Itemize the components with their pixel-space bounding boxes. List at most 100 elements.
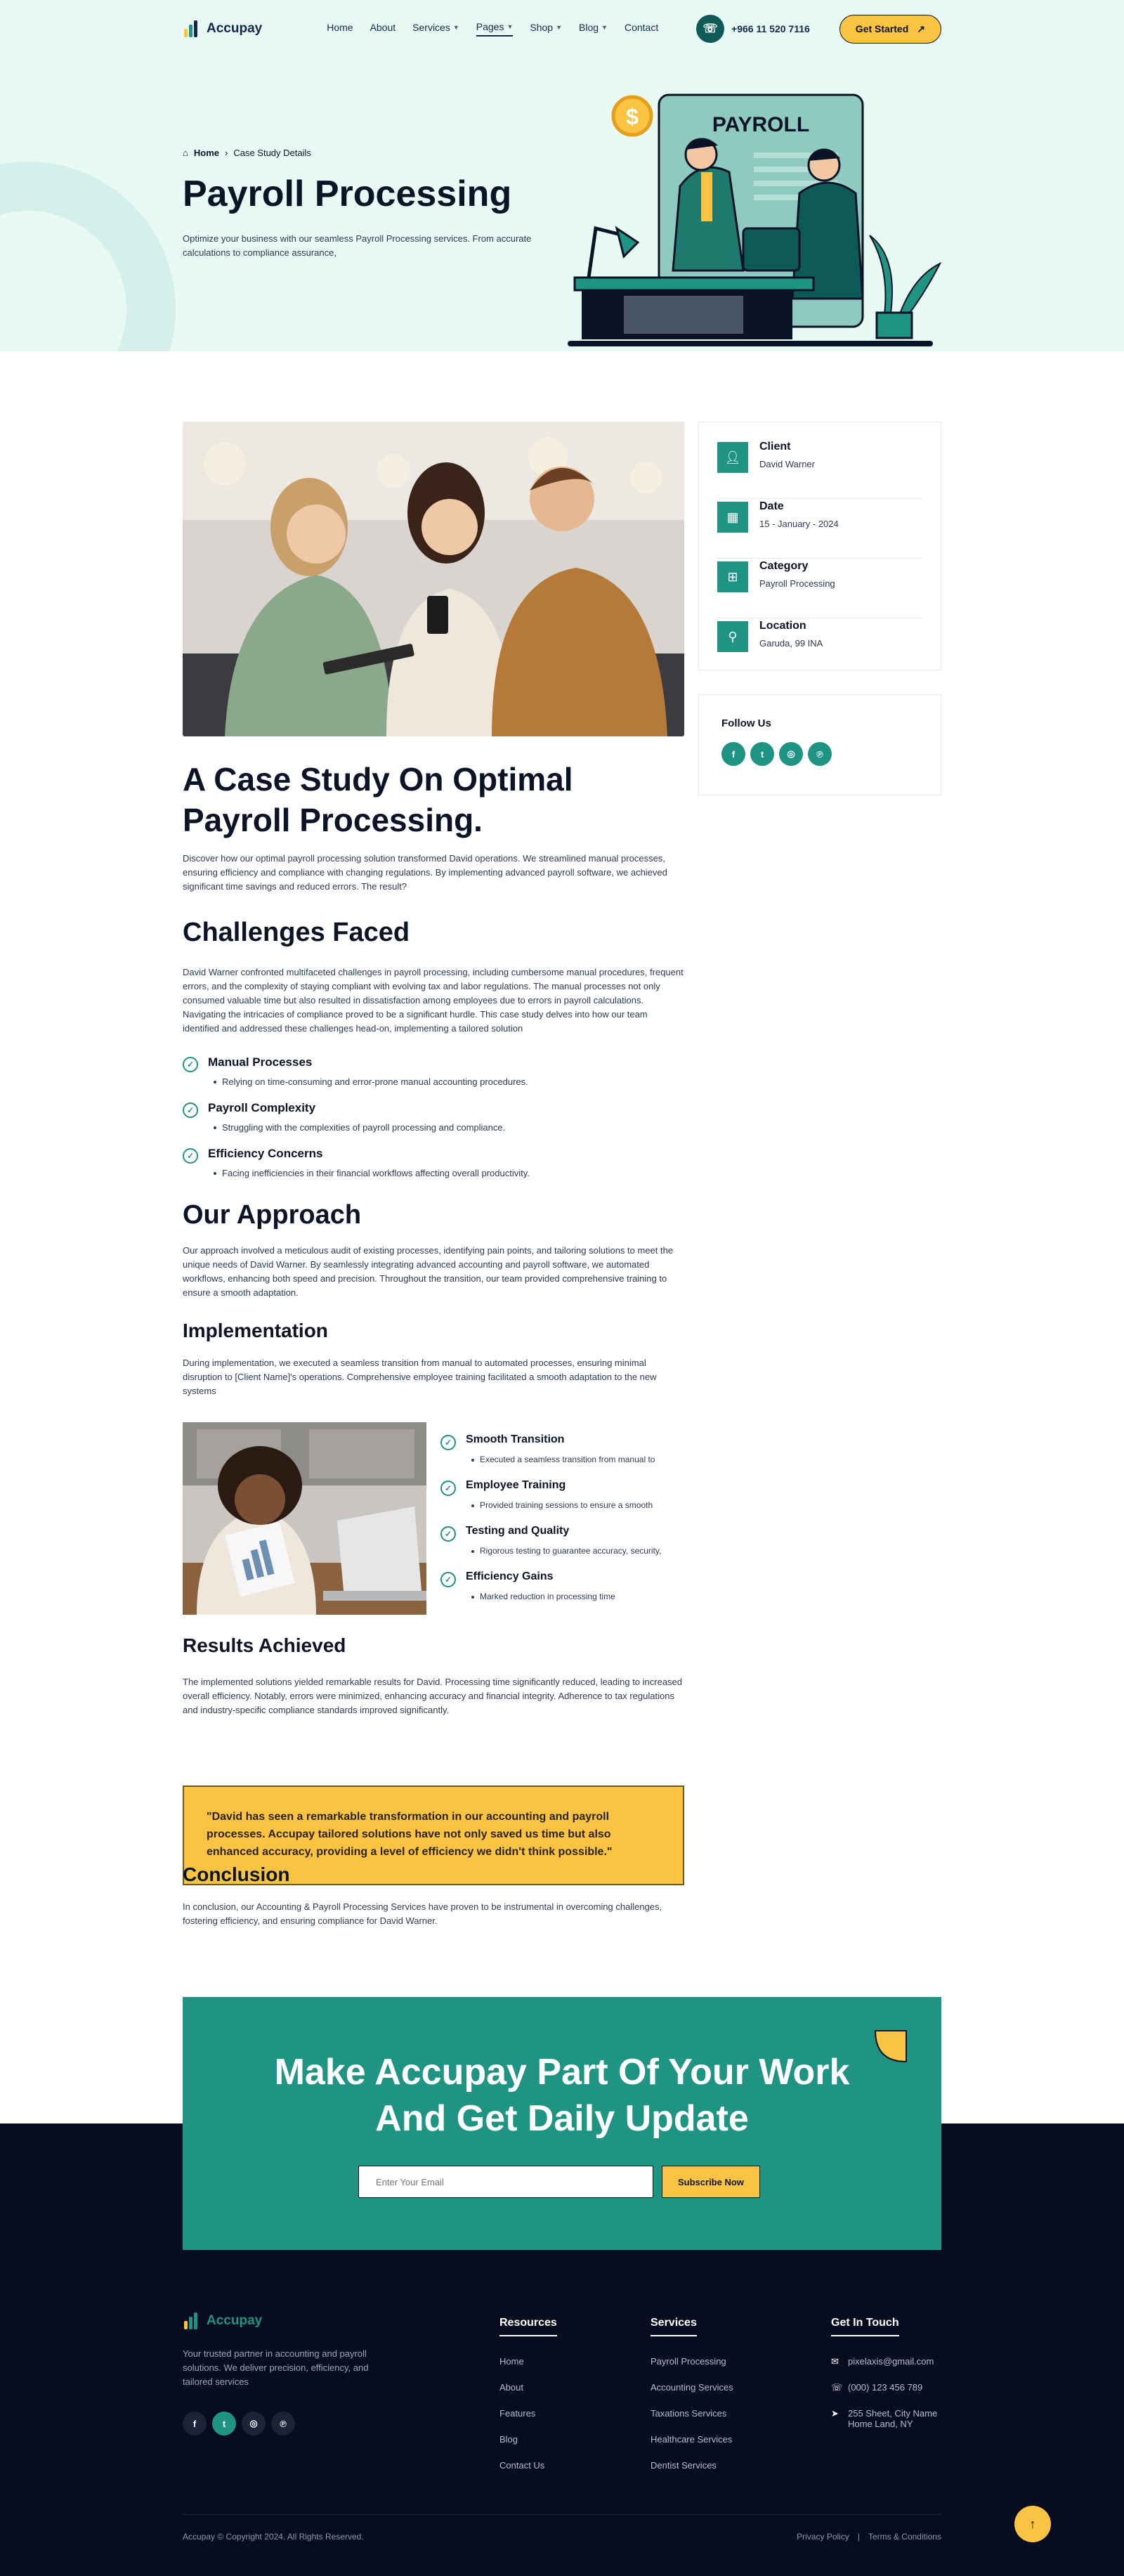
footer-link[interactable]: Accounting Services xyxy=(651,2382,733,2408)
breadcrumb: ⌂ Home › Case Study Details xyxy=(183,148,311,158)
list-item: ✓ Testing and Quality Rigorous testing t… xyxy=(440,1523,693,1569)
footer-link[interactable]: Contact Us xyxy=(499,2460,557,2486)
results-text: The implemented solutions yielded remark… xyxy=(183,1677,683,1715)
footer-services: Services Payroll Processing Accounting S… xyxy=(651,2317,733,2486)
list-item: ✓ Efficiency Gains Marked reduction in p… xyxy=(440,1569,693,1615)
challenges-text: David Warner confronted multifaceted cha… xyxy=(183,967,684,1034)
phone-icon: ☏ xyxy=(696,15,725,43)
article-title: A Case Study On Optimal Payroll Processi… xyxy=(183,761,573,838)
list-item: ✓ Employee Training Provided training se… xyxy=(440,1478,693,1523)
approach-text: Our approach involved a meticulous audit… xyxy=(183,1245,674,1298)
list-item: ✓ Smooth Transition Executed a seamless … xyxy=(440,1432,693,1478)
nav-item-home[interactable]: Home xyxy=(327,21,353,37)
list-item: ✓ Manual Processes Relying on time-consu… xyxy=(183,1054,684,1100)
arrow-up-icon: ↑ xyxy=(1029,2516,1036,2531)
footer: Make Accupay Part Of Your Work And Get D… xyxy=(0,1997,1124,2576)
project-info-card: 👤︎ Client David Warner ▦ Date 15 - Janua… xyxy=(698,422,941,670)
info-location: ⚲ Location Garuda, 99 INA xyxy=(717,618,922,678)
check-circle-icon: ✓ xyxy=(183,1102,198,1118)
logo-text: Accupay xyxy=(207,21,263,36)
facebook-icon[interactable]: f xyxy=(183,2412,207,2435)
phone-icon: ☏ xyxy=(831,2382,843,2393)
logo-icon xyxy=(183,20,201,37)
decorative-arc xyxy=(0,162,176,351)
instagram-icon[interactable]: ◎ xyxy=(242,2412,266,2435)
check-circle-icon: ✓ xyxy=(440,1481,456,1496)
get-started-button[interactable]: Get Started ↗ xyxy=(839,14,941,44)
newsletter-title: Make Accupay Part Of Your Work And Get D… xyxy=(274,2052,850,2139)
nav-item-contact[interactable]: Contact xyxy=(625,21,658,37)
chevron-down-icon: ▼ xyxy=(601,24,608,31)
chevron-down-icon: ▼ xyxy=(452,24,459,31)
nav-item-shop[interactable]: Shop ▼ xyxy=(530,21,562,37)
footer-bottom-bar: Accupay © Copyright 2024. All Rights Res… xyxy=(183,2514,941,2542)
info-client: 👤︎ Client David Warner xyxy=(717,439,922,499)
pinterest-icon[interactable]: ℗ xyxy=(271,2412,295,2435)
footer-link[interactable]: Dentist Services xyxy=(651,2460,733,2486)
privacy-link[interactable]: Privacy Policy xyxy=(797,2532,849,2542)
implementation-text: During implementation, we executed a sea… xyxy=(183,1358,657,1396)
footer-link[interactable]: Home xyxy=(499,2356,557,2382)
pinterest-icon[interactable]: ℗ xyxy=(808,742,832,766)
nav-item-blog[interactable]: Blog ▼ xyxy=(579,21,608,37)
footer-link[interactable]: Features xyxy=(499,2408,557,2434)
payroll-illustration: PAYROLL $ xyxy=(568,93,942,346)
footer-phone[interactable]: ☏ (000) 123 456 789 xyxy=(831,2382,937,2408)
approach-heading: Our Approach xyxy=(183,1200,362,1230)
twitter-icon[interactable]: t xyxy=(212,2412,236,2435)
team-photo xyxy=(183,422,684,736)
email-input[interactable] xyxy=(358,2166,653,2198)
decorative-shape-icon xyxy=(874,2030,907,2063)
check-circle-icon: ✓ xyxy=(440,1572,456,1587)
case-study-main: A Case Study On Optimal Payroll Processi… xyxy=(0,351,1124,2123)
user-icon: 👤︎ xyxy=(717,442,748,473)
follow-us-card: Follow Us f t ◎ ℗ xyxy=(698,694,941,795)
subscribe-button[interactable]: Subscribe Now xyxy=(662,2166,760,2198)
nav-item-pages[interactable]: Pages ▼ xyxy=(476,21,514,37)
calendar-icon: ▦ xyxy=(717,502,748,533)
implementation-heading: Implementation xyxy=(183,1320,328,1341)
header-phone[interactable]: ☏ +966 11 520 7116 xyxy=(696,15,810,43)
svg-text:$: $ xyxy=(626,104,639,129)
footer-link[interactable]: About xyxy=(499,2382,557,2408)
footer-link[interactable]: Blog xyxy=(499,2434,557,2460)
footer-link[interactable]: Healthcare Services xyxy=(651,2434,733,2460)
chevron-down-icon: ▼ xyxy=(507,23,514,30)
breadcrumb-home[interactable]: Home xyxy=(194,148,219,158)
nav-item-services[interactable]: Services ▼ xyxy=(412,21,459,37)
nav-item-about[interactable]: About xyxy=(370,21,396,37)
arrow-up-right-icon: ↗ xyxy=(917,22,925,34)
chevron-right-icon: › xyxy=(224,148,228,158)
top-nav: Accupay Home About Services ▼ Pages ▼ Shop… xyxy=(183,13,941,45)
twitter-icon[interactable]: t xyxy=(750,742,774,766)
conclusion-text: In conclusion, our Accounting & Payroll … xyxy=(183,1901,662,1926)
facebook-icon[interactable]: f xyxy=(721,742,745,766)
grid-icon: ⊞ xyxy=(717,561,748,592)
footer-link[interactable]: Payroll Processing xyxy=(651,2356,733,2382)
mail-icon: ✉ xyxy=(831,2356,839,2367)
follow-title: Follow Us xyxy=(721,717,771,729)
divider: | xyxy=(857,2532,860,2542)
newsletter-form: Subscribe Now xyxy=(358,2166,760,2198)
terms-link[interactable]: Terms & Conditions xyxy=(868,2532,941,2542)
list-item: ✓ Payroll Complexity Struggling with the… xyxy=(183,1100,684,1145)
scroll-to-top-button[interactable]: ↑ xyxy=(1014,2506,1051,2542)
footer-address: ➤ 255 Sheet, City Name Home Land, NY xyxy=(831,2408,937,2439)
instagram-icon[interactable]: ◎ xyxy=(779,742,803,766)
footer-link[interactable]: Taxations Services xyxy=(651,2408,733,2434)
footer-contact: Get In Touch ✉ pixelaxis@gmail.com ☏ (000)… xyxy=(831,2317,937,2439)
footer-resources: Resources Home About Features Blog Conta… xyxy=(499,2317,557,2486)
conclusion-heading: Conclusion xyxy=(183,1863,290,1885)
check-circle-icon: ✓ xyxy=(440,1435,456,1450)
challenges-heading: Challenges Faced xyxy=(183,918,410,947)
implementation-list: ✓ Smooth Transition Executed a seamless … xyxy=(440,1432,693,1615)
footer-logo[interactable]: Accupay xyxy=(183,2312,262,2329)
footer-email[interactable]: ✉ pixelaxis@gmail.com xyxy=(831,2356,937,2382)
newsletter-banner: Make Accupay Part Of Your Work And Get D… xyxy=(183,1997,941,2250)
info-category: ⊞ Category Payroll Processing xyxy=(717,559,922,618)
site-logo[interactable]: Accupay xyxy=(183,20,262,37)
page-subtitle: Optimize your business with our seamless… xyxy=(183,233,532,258)
list-item: ✓ Efficiency Concerns Facing inefficienc… xyxy=(183,1145,684,1191)
send-icon: ➤ xyxy=(831,2408,839,2419)
info-date: ▦ Date 15 - January - 2024 xyxy=(717,499,922,559)
